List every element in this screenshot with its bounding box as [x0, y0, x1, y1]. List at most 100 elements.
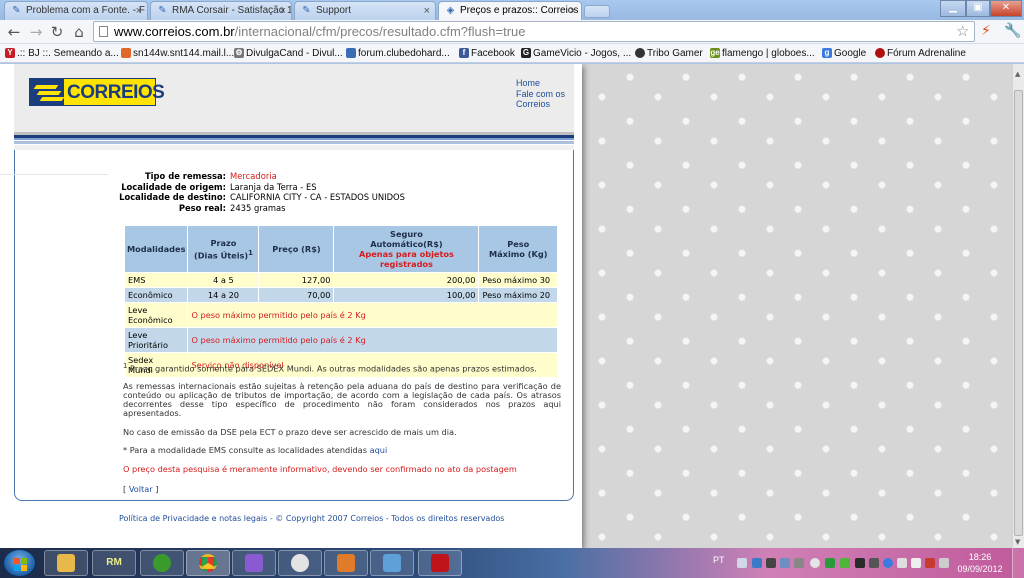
forward-arrow-icon[interactable]: →	[28, 24, 44, 40]
logo-text: CORREIOS	[67, 82, 165, 103]
info-label: Localidade de destino:	[119, 192, 226, 202]
bookmark-star-icon[interactable]: ☆	[956, 23, 969, 39]
clock-date: 09/09/2012	[957, 564, 1003, 574]
info-label: Tipo de remessa:	[144, 171, 226, 181]
forum-icon: ✎	[12, 5, 21, 16]
bookmark-label: .:: BJ ::. Semeando a...	[17, 48, 119, 59]
tray-app-icon[interactable]	[855, 558, 865, 568]
maximize-button[interactable]: ▣	[966, 0, 990, 17]
tray-app-icon[interactable]	[766, 558, 776, 568]
tray-display-icon[interactable]	[939, 558, 949, 568]
language-indicator[interactable]: PT	[713, 555, 725, 565]
url-host: www.correios.com.br	[114, 24, 235, 39]
tray-volume-icon[interactable]	[911, 558, 921, 568]
rivatuner-icon: RM	[106, 557, 122, 568]
address-bar[interactable]: www.correios.com.br/internacional/cfm/pr…	[93, 21, 975, 42]
show-desktop-button[interactable]	[1012, 548, 1024, 578]
bookmark-clubedohardware[interactable]: forum.clubedohard...	[346, 45, 450, 62]
cell-error-message: O peso máximo permitido pelo país é 2 Kg	[188, 328, 557, 352]
tray-lightning-icon[interactable]	[810, 558, 820, 568]
bookmark-bj[interactable]: Y.:: BJ ::. Semeando a...	[5, 45, 119, 62]
dse-paragraph: No caso de emissão da DSE pela ECT o pra…	[123, 427, 457, 437]
tray-app-icon[interactable]	[794, 558, 804, 568]
tray-app-icon[interactable]	[883, 558, 893, 568]
media-player-taskbar-button[interactable]	[324, 550, 368, 576]
tray-app-icon[interactable]	[840, 558, 850, 568]
link-icon	[346, 48, 356, 58]
close-icon[interactable]: ×	[280, 3, 286, 20]
bookmark-label: flamengo | globoes...	[722, 48, 815, 59]
cell-modalidade: EMS	[125, 273, 188, 287]
hotmail-icon	[121, 48, 131, 58]
page-icon	[99, 26, 108, 37]
close-window-button[interactable]: ✕	[990, 0, 1022, 17]
tray-show-hidden-icon[interactable]	[737, 558, 747, 568]
url-path: /internacional/cfm/precos/resultado.cfm?…	[234, 24, 526, 39]
new-tab-button[interactable]	[584, 5, 610, 18]
reload-icon[interactable]: ↻	[49, 24, 65, 40]
home-link[interactable]: Home	[516, 78, 540, 88]
bookmark-forum-adrenaline[interactable]: Fórum Adrenaline	[875, 45, 966, 62]
tab-problema-fonte[interactable]: ✎ Problema com a Fonte. - F ×	[4, 1, 148, 20]
pencil-taskbar-button[interactable]	[232, 550, 276, 576]
acrobat-icon	[431, 554, 449, 572]
back-arrow-icon[interactable]: ←	[6, 24, 22, 40]
tab-rma-corsair[interactable]: ✎ RMA Corsair - Satisfação 1 ×	[150, 1, 292, 20]
bookmark-facebook[interactable]: f Facebook	[459, 45, 515, 62]
table-row: Leve Prioritário O peso máximo permitido …	[125, 328, 557, 352]
system-clock[interactable]: 18:26 09/09/2012	[955, 551, 1005, 575]
table-row: EMS 4 a 5 127,00 200,00 Peso máximo 30	[125, 273, 557, 287]
retention-paragraph: As remessas internacionais estão sujeita…	[123, 381, 561, 418]
tray-app-icon[interactable]	[752, 558, 762, 568]
ems-aqui-link[interactable]: aqui	[370, 445, 388, 455]
tray-flag-icon[interactable]	[925, 558, 935, 568]
tray-app-icon[interactable]	[869, 558, 879, 568]
home-icon[interactable]: ⌂	[71, 24, 87, 40]
scroll-up-icon[interactable]: ▲	[1015, 70, 1020, 78]
bookmark-label: Google	[834, 48, 867, 59]
hamster-taskbar-button[interactable]	[278, 550, 322, 576]
tray-network-icon[interactable]	[897, 558, 907, 568]
hamster-icon	[291, 554, 309, 572]
close-icon[interactable]: ×	[424, 3, 430, 20]
bookmark-google[interactable]: g Google	[822, 45, 866, 62]
rivatuner-taskbar-button[interactable]: RM	[92, 550, 136, 576]
clock-time: 18:26	[968, 552, 992, 562]
vertical-scrollbar[interactable]: ▲ ▼	[1012, 64, 1024, 548]
cell-preco: 70,00	[259, 288, 334, 302]
close-icon[interactable]: ×	[570, 3, 576, 20]
fale-conosco-link[interactable]: Fale com os Correios	[516, 89, 570, 109]
correios-mark-icon	[30, 79, 65, 105]
bookmark-label: sn144w.snt144.mail.l...	[133, 48, 235, 59]
bookmark-hotmail[interactable]: sn144w.snt144.mail.l...	[121, 45, 234, 62]
minimize-button[interactable]: ▁	[940, 0, 966, 17]
close-icon[interactable]: ×	[136, 3, 142, 20]
utorrent-taskbar-button[interactable]	[140, 550, 184, 576]
tab-correios[interactable]: ◈ Preços e prazos:: Correios ×	[438, 1, 582, 21]
ems-paragraph: * Para a modalidade EMS consulte as loca…	[123, 445, 388, 455]
scrollbar-thumb[interactable]	[1014, 90, 1023, 536]
chrome-taskbar-button[interactable]	[186, 550, 230, 576]
tray-app-icon[interactable]	[825, 558, 835, 568]
correios-logo[interactable]: CORREIOS	[29, 78, 165, 106]
cell-seguro: 100,00	[334, 288, 479, 302]
explorer-taskbar-button[interactable]	[44, 550, 88, 576]
bookmark-divulgacand[interactable]: ⚙ DivulgaCand - Divul...	[234, 45, 343, 62]
wrench-icon[interactable]: 🔧	[1004, 23, 1021, 39]
tray-app-icon[interactable]	[780, 558, 790, 568]
start-button[interactable]	[3, 549, 36, 577]
back-link-wrapper: [ Voltar ]	[123, 484, 159, 494]
bookmark-globoesporte[interactable]: ge flamengo | globoes...	[710, 45, 815, 62]
control-panel-taskbar-button[interactable]	[370, 550, 414, 576]
scroll-down-icon[interactable]: ▼	[1015, 538, 1020, 546]
voltar-link[interactable]: Voltar	[129, 484, 153, 494]
bookmark-gamevicio[interactable]: G GameVicio - Jogos, ...	[521, 45, 631, 62]
lightning-extension-icon[interactable]: ⚡	[981, 23, 991, 39]
tab-support[interactable]: ✎ Support ×	[294, 1, 436, 20]
tab-strip: ✎ Problema com a Fonte. - F × ✎ RMA Cors…	[0, 0, 1024, 21]
table-header-row: Modalidades Prazo (Dias Úteis)1 Preço (R$…	[125, 226, 557, 272]
acrobat-taskbar-button[interactable]	[418, 550, 462, 576]
privacy-link[interactable]: Política de Privacidade e notas legais	[119, 514, 267, 523]
bookmark-tribo-gamer[interactable]: Tribo Gamer	[635, 45, 703, 62]
header-seguro: Seguro Automático(R$) Apenas para objetos …	[334, 226, 479, 272]
